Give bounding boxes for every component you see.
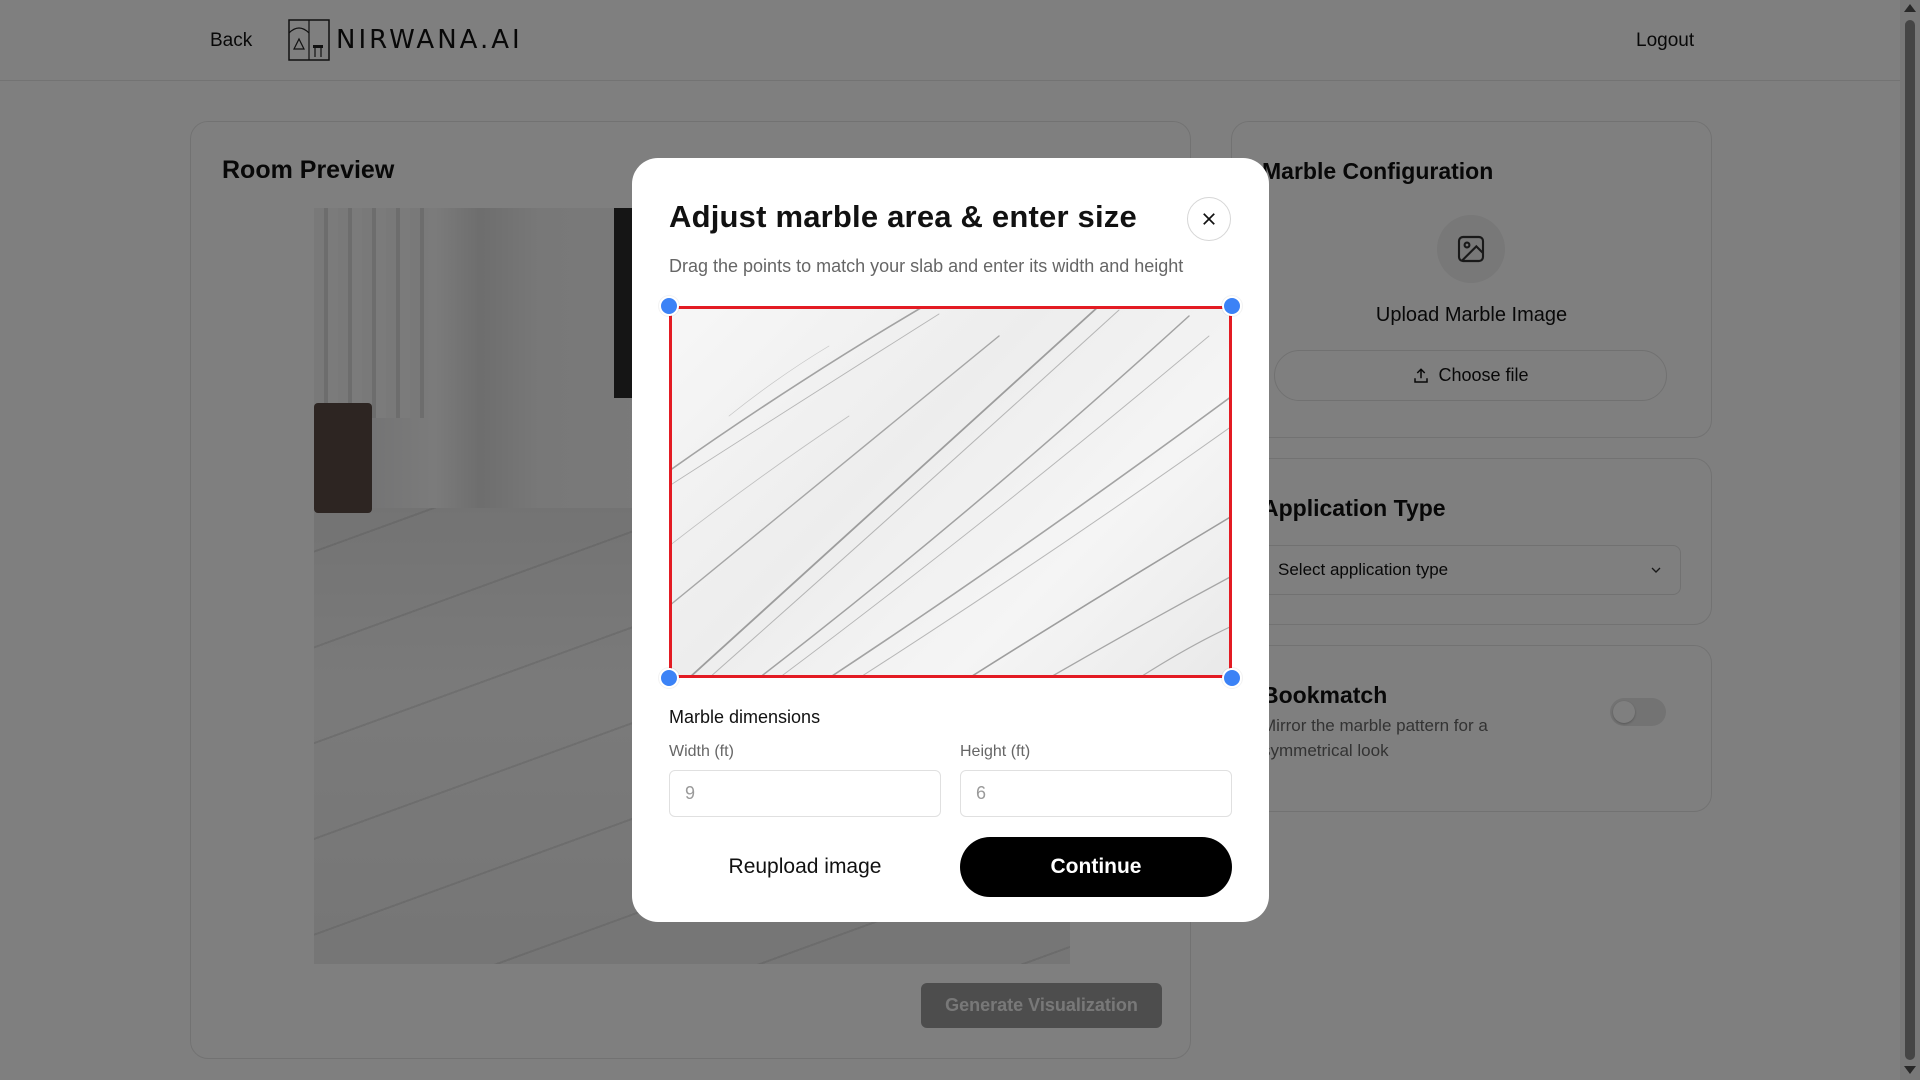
close-icon [1203,213,1215,225]
crop-outline [669,306,1232,678]
width-input[interactable] [669,770,941,817]
width-label: Width (ft) [669,743,734,760]
marble-dimensions-label: Marble dimensions [669,707,821,727]
height-label: Height (ft) [960,743,1031,760]
crop-handle-bottom-left[interactable] [659,668,679,688]
close-button[interactable] [1187,197,1231,241]
crop-handle-top-left[interactable] [659,296,679,316]
continue-button[interactable]: Continue [960,837,1232,897]
reupload-image-button[interactable]: Reupload image [669,837,941,897]
modal-subtitle: Drag the points to match your slab and e… [669,256,1184,276]
height-input[interactable] [960,770,1232,817]
crop-handle-top-right[interactable] [1222,296,1242,316]
modal-title: Adjust marble area & enter size [669,199,1137,234]
marble-crop-area[interactable] [659,296,1242,688]
adjust-marble-modal: Adjust marble area & enter size Drag the… [632,158,1269,922]
crop-handle-bottom-right[interactable] [1222,668,1242,688]
